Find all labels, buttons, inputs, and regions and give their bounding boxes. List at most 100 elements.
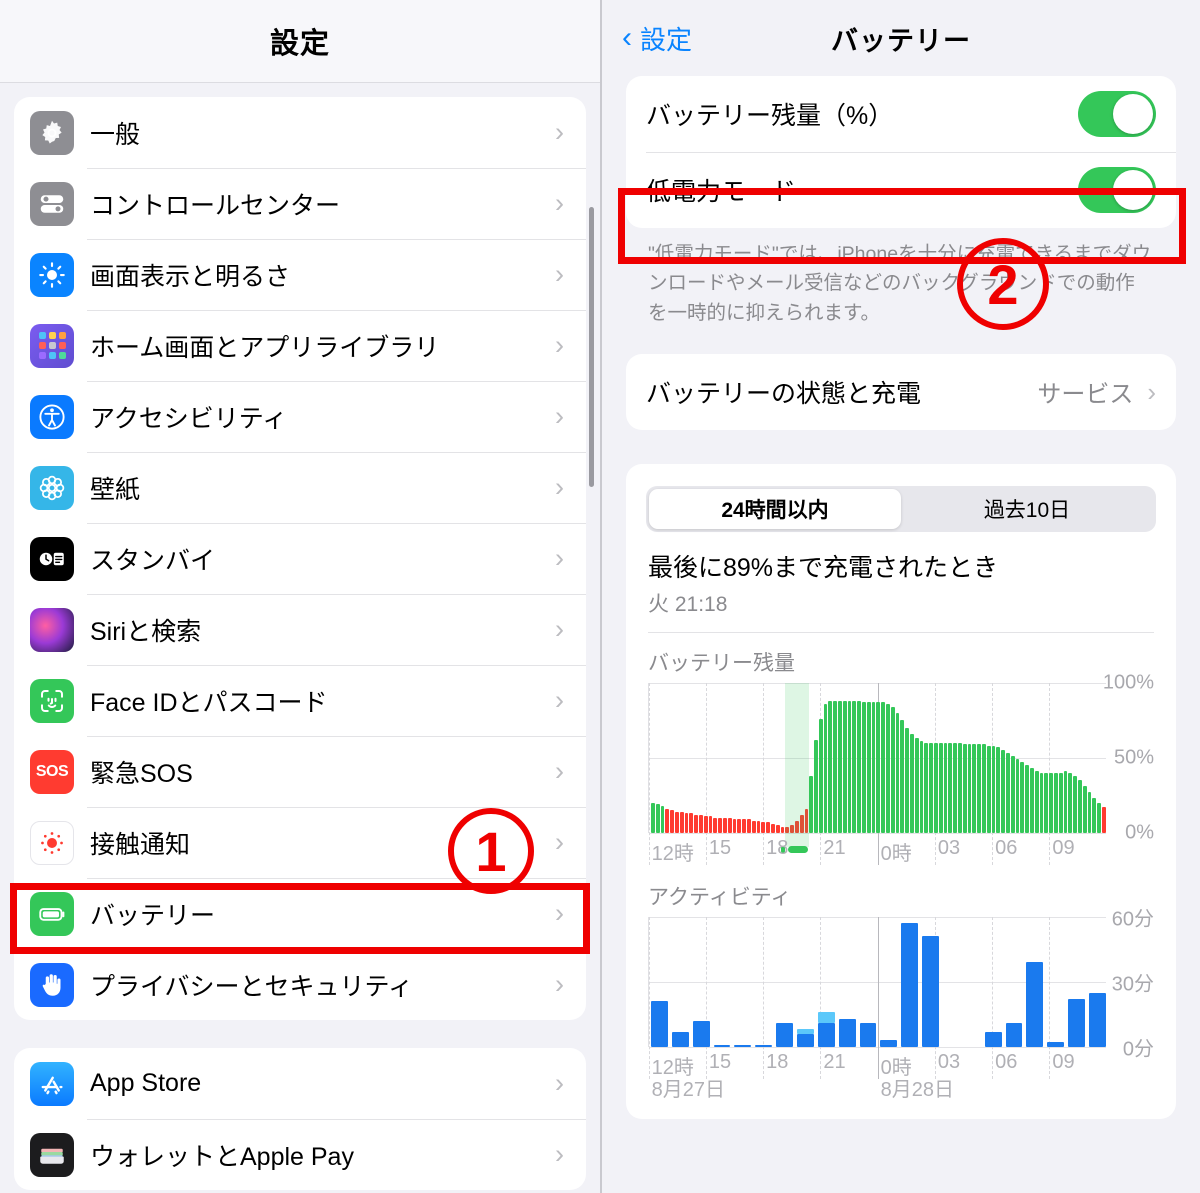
chart-bar xyxy=(703,816,708,833)
y-axis-tick-label: 0分 xyxy=(1122,1038,1154,1061)
chevron-right-icon: › xyxy=(555,259,564,289)
chevron-right-icon: › xyxy=(555,330,564,360)
chart-bar xyxy=(977,744,981,833)
chart-bar xyxy=(986,745,991,833)
sidebar-item-home-screen[interactable]: ホーム画面とアプリライブラリ › xyxy=(14,310,586,381)
sidebar-item-label: Face IDとパスコード xyxy=(90,688,328,717)
battery-level-chart-title: バッテリー残量 xyxy=(648,651,795,675)
gear-icon xyxy=(30,110,74,155)
chart-bar xyxy=(1097,802,1101,833)
low-power-mode-row[interactable]: 低電力モード xyxy=(626,152,1176,228)
sidebar-item-general[interactable]: 一般 › xyxy=(14,97,586,168)
sidebar-item-label: App Store xyxy=(90,1069,202,1097)
y-axis-tick-label: 50% xyxy=(1113,746,1154,769)
chart-bar xyxy=(1068,772,1073,833)
chart-bar xyxy=(651,802,655,833)
battery-percentage-row[interactable]: バッテリー残量（%） xyxy=(626,76,1176,152)
sidebar-item-label: 緊急SOS xyxy=(90,759,193,788)
battery-health-label: バッテリーの状態と充電 xyxy=(646,379,922,408)
chart-bar xyxy=(713,817,718,833)
sidebar-item-wallet-apple-pay[interactable]: ウォレットとApple Pay › xyxy=(14,1119,586,1190)
chart-bar xyxy=(972,744,977,833)
battery-toggles-card: バッテリー残量（%） 低電力モード xyxy=(626,76,1176,228)
chart-bar xyxy=(1089,992,1106,1047)
sidebar-item-app-store[interactable]: App Store › xyxy=(14,1048,586,1119)
chevron-right-icon: › xyxy=(555,188,564,218)
sos-icon: SOS xyxy=(30,749,74,794)
sidebar-item-label: ホーム画面とアプリライブラリ xyxy=(90,333,440,362)
battery-level-bars xyxy=(651,683,1106,833)
chart-bar xyxy=(922,936,940,1047)
chart-bar xyxy=(670,810,674,833)
tab-last-10-days[interactable]: 過去10日 xyxy=(901,489,1153,529)
low-power-mode-label: 低電力モード xyxy=(646,178,797,206)
chart-bar xyxy=(817,1012,835,1047)
chevron-right-icon: › xyxy=(1147,376,1156,407)
chart-bar-segment-screen-on xyxy=(817,1022,835,1047)
settings-list: 一般 › コントロールセンター › 画面表示と明るさ › ホーム画面とアプリライ… xyxy=(0,97,600,1193)
chart-bar xyxy=(838,700,842,833)
sidebar-item-standby[interactable]: スタンバイ › xyxy=(14,523,586,594)
chart-bar-segment-screen-on xyxy=(797,1033,814,1047)
chart-bar xyxy=(766,822,770,833)
x-axis-tick-label: 18 xyxy=(766,1050,789,1073)
battery-health-row[interactable]: バッテリーの状態と充電 サービス › xyxy=(626,354,1176,430)
x-axis-tick-label: 18 xyxy=(766,836,789,859)
app-store-icon xyxy=(30,1061,74,1106)
sidebar-item-label: Siriと検索 xyxy=(90,617,202,646)
chart-bar-segment-screen-on xyxy=(859,1022,877,1047)
list-scrollbar[interactable] xyxy=(589,207,594,487)
battery-health-value: サービス xyxy=(1037,381,1134,409)
battery-percentage-toggle[interactable] xyxy=(1078,91,1156,137)
face-id-icon xyxy=(30,678,74,723)
sidebar-item-face-id[interactable]: Face IDとパスコード › xyxy=(14,665,586,736)
chevron-right-icon: › xyxy=(555,827,564,857)
chart-bar xyxy=(809,775,814,833)
tab-last-24-hours[interactable]: 24時間以内 xyxy=(649,488,901,529)
sidebar-item-battery[interactable]: バッテリー › xyxy=(14,878,586,949)
chart-bar xyxy=(665,808,670,833)
battery-panel: ‹ 設定 バッテリー バッテリー残量（%） 低電力モード "低電力モード"では、… xyxy=(600,0,1200,1193)
sidebar-item-label: 接触通知 xyxy=(90,830,191,859)
chart-bar xyxy=(660,805,665,833)
battery-icon xyxy=(30,891,74,936)
chart-bar xyxy=(818,718,823,833)
time-range-segmented-control[interactable]: 24時間以内 過去10日 xyxy=(646,485,1156,532)
sidebar-item-emergency-sos[interactable]: SOS 緊急SOS › xyxy=(14,736,586,807)
chart-bar xyxy=(708,816,713,833)
y-axis-tick-label: 60分 xyxy=(1111,908,1154,931)
settings-group-primary: 一般 › コントロールセンター › 画面表示と明るさ › ホーム画面とアプリライ… xyxy=(14,97,586,1020)
sidebar-item-siri-search[interactable]: Siriと検索 › xyxy=(14,594,586,665)
chart-bar xyxy=(1039,772,1044,833)
sidebar-item-exposure-notifications[interactable]: 接触通知 › xyxy=(14,807,586,878)
back-button[interactable]: ‹ 設定 xyxy=(622,20,692,57)
sidebar-item-wallpaper[interactable]: 壁紙 › xyxy=(14,452,586,523)
sidebar-item-label: ウォレットとApple Pay xyxy=(90,1142,354,1171)
sidebar-item-control-center[interactable]: コントロールセンター › xyxy=(14,168,586,239)
chart-bar-segment-screen-on xyxy=(1068,999,1086,1047)
activity-chart-title: アクティビティ xyxy=(648,885,792,909)
chevron-right-icon: › xyxy=(555,898,564,928)
sidebar-item-accessibility[interactable]: アクセシビリティ › xyxy=(14,381,586,452)
sidebar-item-display-brightness[interactable]: 画面表示と明るさ › xyxy=(14,239,586,310)
chart-bar xyxy=(746,819,751,833)
x-axis-date-label: 8月27日 xyxy=(651,1078,726,1101)
chart-bar xyxy=(718,817,722,833)
chart-bar xyxy=(886,703,890,833)
chart-bar xyxy=(914,738,919,833)
sidebar-item-label: 画面表示と明るさ xyxy=(90,262,291,291)
settings-group-services: App Store › ウォレットとApple Pay › xyxy=(14,1048,586,1190)
chart-bar xyxy=(671,1031,689,1047)
chart-bar xyxy=(756,820,761,833)
chart-bar-segment-screen-on xyxy=(651,1001,668,1047)
chart-bar-segment-screen-on xyxy=(901,923,919,1047)
x-axis-tick-label: 0時 xyxy=(880,842,912,865)
y-axis-tick-label: 30分 xyxy=(1111,973,1154,996)
chart-bar-segment-screen-on xyxy=(1089,992,1106,1047)
chevron-right-icon: › xyxy=(555,543,564,573)
chevron-right-icon: › xyxy=(555,401,564,431)
low-power-mode-toggle[interactable] xyxy=(1078,167,1156,213)
chart-bar xyxy=(866,702,871,833)
sidebar-item-privacy-security[interactable]: プライバシーとセキュリティ › xyxy=(14,949,586,1020)
chevron-right-icon: › xyxy=(555,756,564,786)
